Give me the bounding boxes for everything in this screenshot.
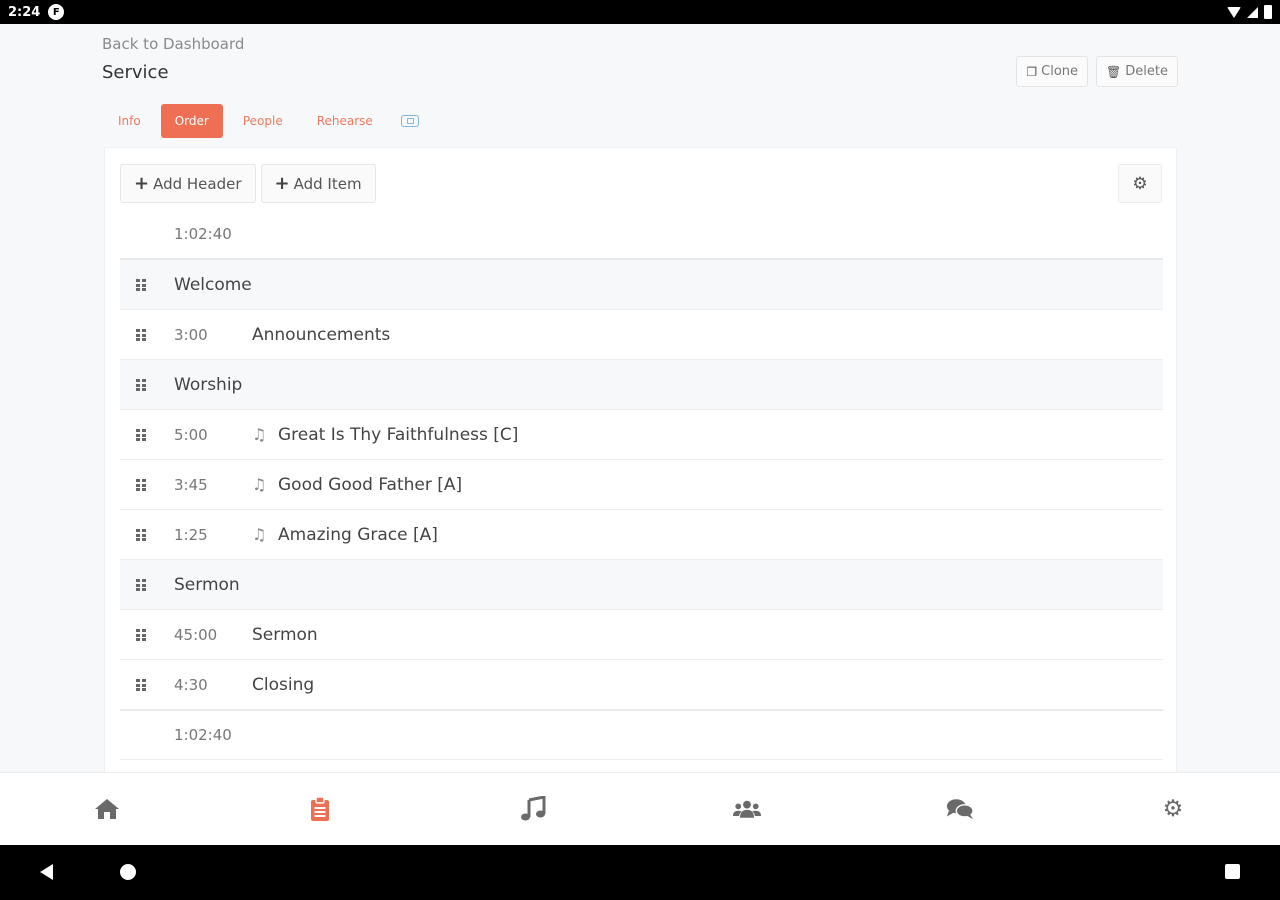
item-label: Sermon [252, 625, 318, 645]
tab-bar: Info Order People Rehearse [104, 104, 419, 138]
app-notification-icon: F [48, 4, 65, 20]
item-row[interactable]: 3:45 ♫ Good Good Father [A] [120, 460, 1163, 510]
delete-button-label: Delete [1125, 64, 1168, 79]
order-list: 1:02:40 Welcome 3:00 Announcements Worsh… [120, 210, 1163, 760]
item-label-text: Closing [252, 674, 315, 695]
main-content: Back to Dashboard Service ❐ Clone 🗑 Dele… [0, 24, 1280, 772]
item-label-text: Sermon [252, 624, 318, 645]
back-to-dashboard-link[interactable]: Back to Dashboard [102, 35, 244, 53]
nav-messages[interactable] [946, 795, 974, 823]
presentation-icon[interactable] [400, 115, 419, 127]
drag-handle-icon[interactable] [136, 529, 146, 541]
item-duration: 5:00 [174, 425, 208, 444]
item-duration: 3:45 [174, 475, 208, 494]
header-label: Welcome [174, 274, 252, 295]
chat-icon [946, 799, 974, 820]
page-title: Service [102, 62, 169, 83]
drag-handle-icon[interactable] [136, 329, 146, 341]
add-item-label: Add Item [293, 174, 362, 193]
item-duration: 4:30 [174, 675, 208, 694]
bottom-navigation: ⚙ [0, 772, 1280, 845]
item-label: Closing [252, 675, 314, 695]
plus-icon: + [274, 173, 290, 194]
header-label: Worship [174, 374, 243, 395]
drag-handle-icon[interactable] [136, 279, 146, 291]
add-item-button[interactable]: + Add Item [260, 164, 376, 203]
item-row[interactable]: 5:00 ♫ Great Is Thy Faithfulness [C] [120, 410, 1163, 460]
clone-button-label: Clone [1041, 64, 1079, 79]
drag-handle-icon[interactable] [136, 479, 146, 491]
item-label-text: Good Good Father [A] [278, 474, 463, 495]
android-navigation-bar [0, 845, 1280, 900]
drag-handle-icon[interactable] [136, 429, 146, 441]
add-header-label: Add Header [153, 174, 242, 193]
recent-apps-square-icon[interactable] [1225, 864, 1240, 879]
song-list-icon: ♫ [252, 524, 267, 544]
order-toolbar: + Add Header + Add Item [120, 164, 376, 203]
people-icon [732, 800, 761, 818]
status-time: 2:24 [8, 4, 41, 20]
tab-people[interactable]: People [229, 104, 297, 138]
nav-plans[interactable] [306, 795, 334, 823]
gear-icon: ⚙ [1162, 796, 1184, 822]
header-row[interactable]: Sermon [120, 560, 1163, 610]
total-duration: 1:02:40 [174, 225, 232, 243]
tab-rehearse[interactable]: Rehearse [303, 104, 387, 138]
item-label: ♫ Great Is Thy Faithfulness [C] [252, 425, 518, 445]
order-settings-button[interactable]: ⚙ [1118, 164, 1162, 203]
item-label: ♫ Good Good Father [A] [252, 475, 462, 495]
music-icon [521, 796, 546, 821]
header-row[interactable]: Worship [120, 360, 1163, 410]
home-icon [95, 799, 119, 819]
battery-icon [1264, 5, 1272, 19]
header-row[interactable]: Welcome [120, 260, 1163, 310]
item-row[interactable]: 45:00 Sermon [120, 610, 1163, 660]
item-duration: 45:00 [174, 625, 218, 644]
top-actions: ❐ Clone 🗑 Delete [1016, 56, 1178, 87]
total-duration: 1:02:40 [174, 726, 232, 744]
add-header-button[interactable]: + Add Header [120, 164, 256, 203]
copy-icon: ❐ [1026, 64, 1038, 79]
plus-icon: + [134, 173, 150, 194]
clone-button[interactable]: ❐ Clone [1016, 56, 1089, 87]
signal-icon [1247, 6, 1258, 18]
item-row[interactable]: 4:30 Closing [120, 660, 1163, 710]
tab-order[interactable]: Order [160, 104, 223, 138]
item-label: Announcements [252, 325, 390, 345]
nav-home[interactable] [93, 795, 121, 823]
nav-people[interactable] [732, 795, 761, 823]
item-row[interactable]: 1:25 ♫ Amazing Grace [A] [120, 510, 1163, 560]
drag-handle-icon[interactable] [136, 579, 146, 591]
item-duration: 1:25 [174, 525, 208, 544]
song-list-icon: ♫ [252, 474, 267, 494]
status-bar: 2:24 F [0, 0, 1280, 24]
clipboard-icon [311, 796, 330, 821]
system-icons [1227, 5, 1272, 19]
song-list-icon: ♫ [252, 424, 267, 444]
item-duration: 3:00 [174, 325, 208, 344]
total-duration-row: 1:02:40 [120, 210, 1163, 260]
drag-handle-icon[interactable] [136, 629, 146, 641]
gear-icon: ⚙ [1132, 173, 1148, 194]
home-circle-icon[interactable] [120, 864, 136, 880]
header-label: Sermon [174, 574, 240, 595]
back-triangle-icon[interactable] [40, 864, 53, 880]
nav-settings[interactable]: ⚙ [1159, 795, 1187, 823]
total-duration-row: 1:02:40 [120, 710, 1163, 760]
trash-icon: 🗑 [1106, 64, 1122, 79]
delete-button[interactable]: 🗑 Delete [1096, 56, 1178, 87]
drag-handle-icon[interactable] [136, 379, 146, 391]
item-label-text: Great Is Thy Faithfulness [C] [278, 424, 519, 445]
order-card: + Add Header + Add Item ⚙ 1:02:40 Welcom… [104, 147, 1177, 772]
item-label-text: Amazing Grace [A] [278, 524, 438, 545]
item-label: ♫ Amazing Grace [A] [252, 525, 438, 545]
drag-handle-icon[interactable] [136, 679, 146, 691]
tab-info[interactable]: Info [104, 104, 155, 138]
item-label-text: Announcements [252, 324, 391, 345]
wifi-icon [1227, 6, 1241, 18]
nav-songs[interactable] [519, 795, 547, 823]
item-row[interactable]: 3:00 Announcements [120, 310, 1163, 360]
